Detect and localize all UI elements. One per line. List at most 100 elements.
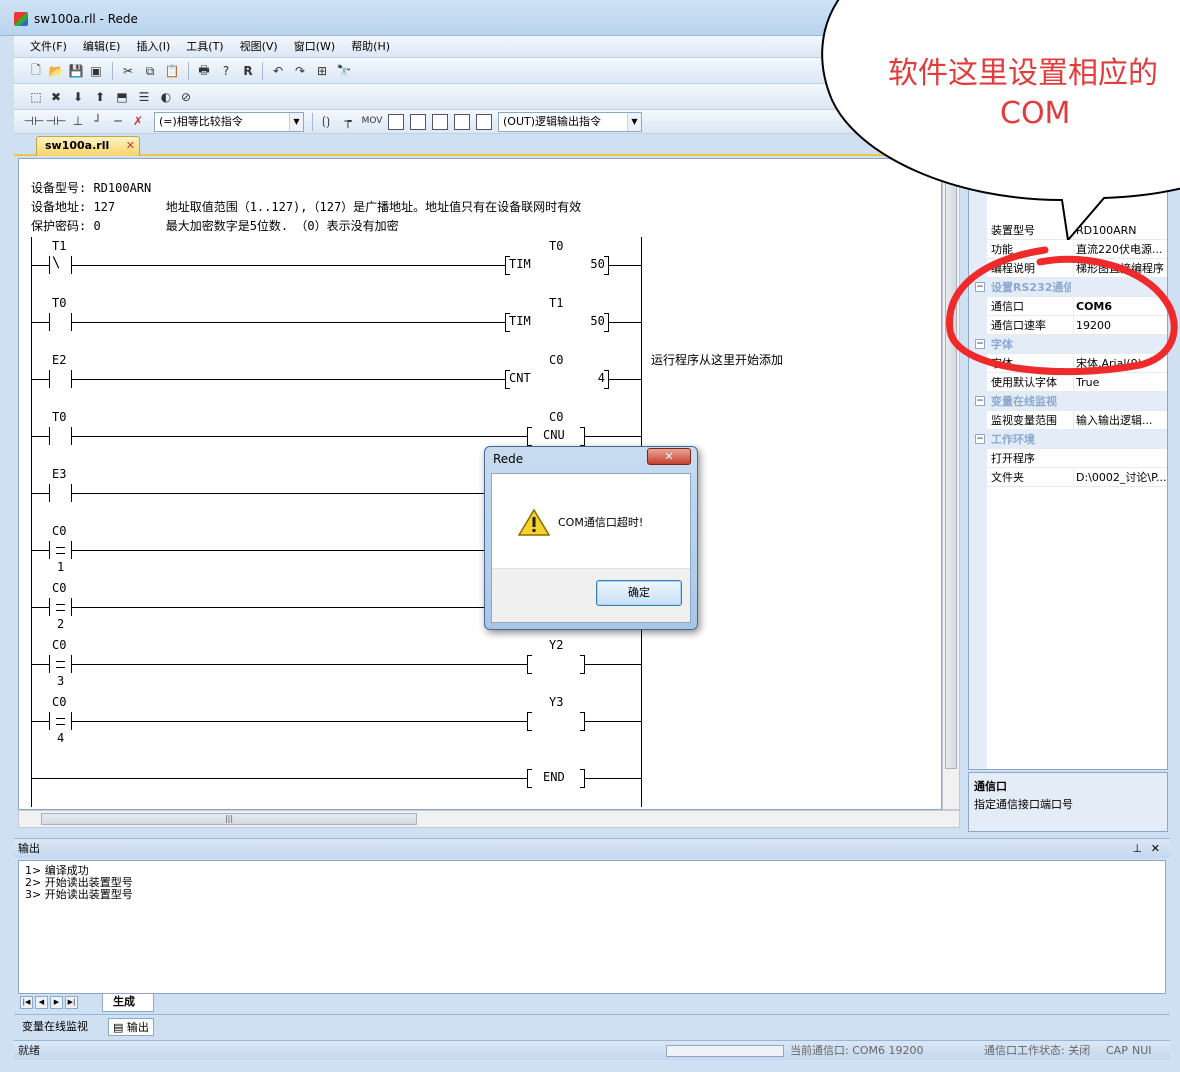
menu-view[interactable]: 视图(V) [240, 36, 278, 58]
contact-fall-icon[interactable]: ┘ [90, 113, 106, 129]
output-tab-build[interactable]: 生成 [102, 994, 154, 1012]
property-category[interactable]: − 变量在线监视 [969, 392, 1167, 411]
menu-window[interactable]: 窗口(W) [294, 36, 335, 58]
first-tab-icon[interactable]: |◀ [20, 996, 33, 1009]
property-row[interactable]: 文件夹 D:\0002_讨论\P... [969, 468, 1167, 487]
property-value[interactable]: RD100ARN [1073, 221, 1167, 240]
app-window: sw100a.rll - Rede 文件(F) 编辑(E) 插入(I) 工具(T) 视图… [0, 0, 1180, 1072]
timer-icon[interactable]: ┮ [340, 113, 356, 129]
property-value[interactable]: 直流220伏电源... [1073, 240, 1167, 259]
disconnect-icon[interactable]: ⊘ [178, 89, 194, 105]
cut-icon[interactable]: ✂ [120, 63, 136, 79]
help-icon[interactable]: ? [218, 63, 234, 79]
function-block-icon[interactable] [388, 114, 404, 130]
save-all-icon[interactable]: ▣ [88, 63, 104, 79]
property-value[interactable]: True [1073, 373, 1167, 392]
device-read-icon[interactable]: ⬒ [114, 89, 130, 105]
tab-variable-monitor[interactable]: 变量在线监视 [18, 1018, 92, 1036]
tab-output[interactable]: ▤ 输出 [108, 1018, 154, 1036]
output-tab-icon: ▤ [113, 1021, 124, 1034]
editor-vertical-scrollbar[interactable] [942, 158, 960, 810]
open-folder-icon[interactable]: 📂 [48, 63, 64, 79]
collapse-icon[interactable]: − [975, 434, 985, 444]
property-category[interactable]: −设置RS232通信口 [969, 278, 1167, 297]
save-icon[interactable]: 💾 [68, 63, 84, 79]
property-value[interactable]: COM6 [1073, 297, 1167, 316]
property-value[interactable]: 19200 [1073, 316, 1167, 335]
scrollbar-thumb[interactable] [945, 179, 957, 769]
property-value[interactable]: D:\0002_讨论\P... [1073, 468, 1167, 487]
dialog-close-button[interactable]: ✕ [647, 448, 691, 465]
contact-rise-icon[interactable]: ⊥ [70, 113, 86, 129]
property-row[interactable]: 打开程序 [969, 449, 1167, 468]
property-value[interactable]: 梯形图直接编程序 [1073, 259, 1167, 278]
print-icon[interactable]: 🖶 [196, 63, 212, 79]
property-value[interactable]: 输入输出逻辑... [1073, 411, 1167, 430]
output-log[interactable]: 1> 编译成功 2> 开始读出装置型号 3> 开始读出装置型号 [18, 860, 1166, 994]
property-category[interactable]: − 字体 [969, 335, 1167, 354]
r-icon[interactable]: R [240, 63, 256, 79]
copy-icon[interactable]: ⧉ [142, 63, 158, 79]
last-tab-icon[interactable]: ▶| [65, 996, 78, 1009]
scrollbar-thumb[interactable]: ||| [41, 813, 417, 825]
compare-instruction-select[interactable]: (=)相等比较指令 ▼ [154, 112, 304, 132]
property-row[interactable]: 功能 直流220伏电源... [969, 240, 1167, 259]
undo-icon[interactable]: ↶ [270, 63, 286, 79]
next-tab-icon[interactable]: ▶ [50, 996, 63, 1009]
delete-line-icon[interactable]: ✗ [130, 113, 146, 129]
prev-tab-icon[interactable]: ◀ [35, 996, 48, 1009]
editor-horizontal-scrollbar[interactable]: ||| [18, 810, 960, 828]
menu-help[interactable]: 帮助(H) [351, 36, 390, 58]
new-file-icon[interactable]: 🗋 [28, 63, 44, 79]
close-icon[interactable]: ✕ [1151, 839, 1160, 859]
pane-splitter[interactable] [960, 158, 968, 830]
monitor-icon[interactable]: ⊞ [314, 63, 330, 79]
property-row[interactable]: 字体 宋体,Arial(9) [969, 354, 1167, 373]
chevron-down-icon[interactable]: ▼ [627, 113, 641, 131]
property-row[interactable]: 监视变量范围 输入输出逻辑... [969, 411, 1167, 430]
device-list-icon[interactable]: ☰ [136, 89, 152, 105]
connect-icon[interactable]: ◐ [158, 89, 174, 105]
property-row[interactable]: 通信口速率 19200 [969, 316, 1167, 335]
clear-block-icon[interactable] [476, 114, 492, 130]
delete-icon[interactable]: ✖ [48, 89, 64, 105]
property-row[interactable]: 编程说明 梯形图直接编程序 [969, 259, 1167, 278]
contact-gap [50, 379, 71, 380]
counter-block-icon[interactable] [432, 114, 448, 130]
contact-nc-icon[interactable]: ⊣⊢ [46, 113, 67, 129]
paste-icon[interactable]: 📋 [164, 63, 180, 79]
menu-tools[interactable]: 工具(T) [186, 36, 223, 58]
coil-icon[interactable]: ⟮⟯ [318, 113, 334, 129]
menu-insert[interactable]: 插入(I) [136, 36, 170, 58]
ok-button[interactable]: 确定 [596, 580, 682, 606]
contact-bar [71, 427, 72, 445]
document-tab[interactable]: sw100a.rll ✕ [36, 136, 140, 156]
property-category[interactable]: − 工作环境 [969, 430, 1167, 449]
contact-label: E2 [52, 353, 67, 367]
function-block-icon[interactable] [410, 114, 426, 130]
contact-no-icon[interactable]: ⊣⊢ [24, 113, 45, 129]
close-icon[interactable]: ✕ [126, 137, 135, 155]
horizontal-line-icon[interactable]: ─ [110, 113, 126, 129]
compile-icon[interactable]: ⬚ [28, 89, 44, 105]
chevron-down-icon[interactable]: ▼ [289, 113, 303, 131]
collapse-icon[interactable]: − [975, 339, 985, 349]
menu-edit[interactable]: 编辑(E) [83, 36, 121, 58]
upload-icon[interactable]: ⬆ [92, 89, 108, 105]
property-row[interactable]: 通信口 COM6 [969, 297, 1167, 316]
property-value[interactable]: 宋体,Arial(9) [1073, 354, 1167, 373]
property-row[interactable]: 装置型号 RD100ARN [969, 221, 1167, 240]
collapse-icon[interactable]: − [975, 396, 985, 406]
download-icon[interactable]: ⬇ [70, 89, 86, 105]
ladder-editor[interactable]: 设备型号: RD100ARN 设备地址: 127 地址取值范围（1..127),… [18, 158, 942, 810]
pin-icon[interactable]: ⊥ [1132, 839, 1142, 859]
find-icon[interactable]: 🔭 [336, 63, 352, 79]
property-row[interactable]: 使用默认字体 True [969, 373, 1167, 392]
redo-icon[interactable]: ↷ [292, 63, 308, 79]
collapse-icon[interactable]: − [975, 282, 985, 292]
mov-button[interactable]: MOV [362, 113, 383, 129]
output-instruction-select[interactable]: (OUT)逻辑输出指令 ▼ [498, 112, 642, 132]
status-current-port: 当前通信口: COM6 19200 [790, 1044, 924, 1057]
reset-block-icon[interactable] [454, 114, 470, 130]
menu-file[interactable]: 文件(F) [30, 36, 67, 58]
